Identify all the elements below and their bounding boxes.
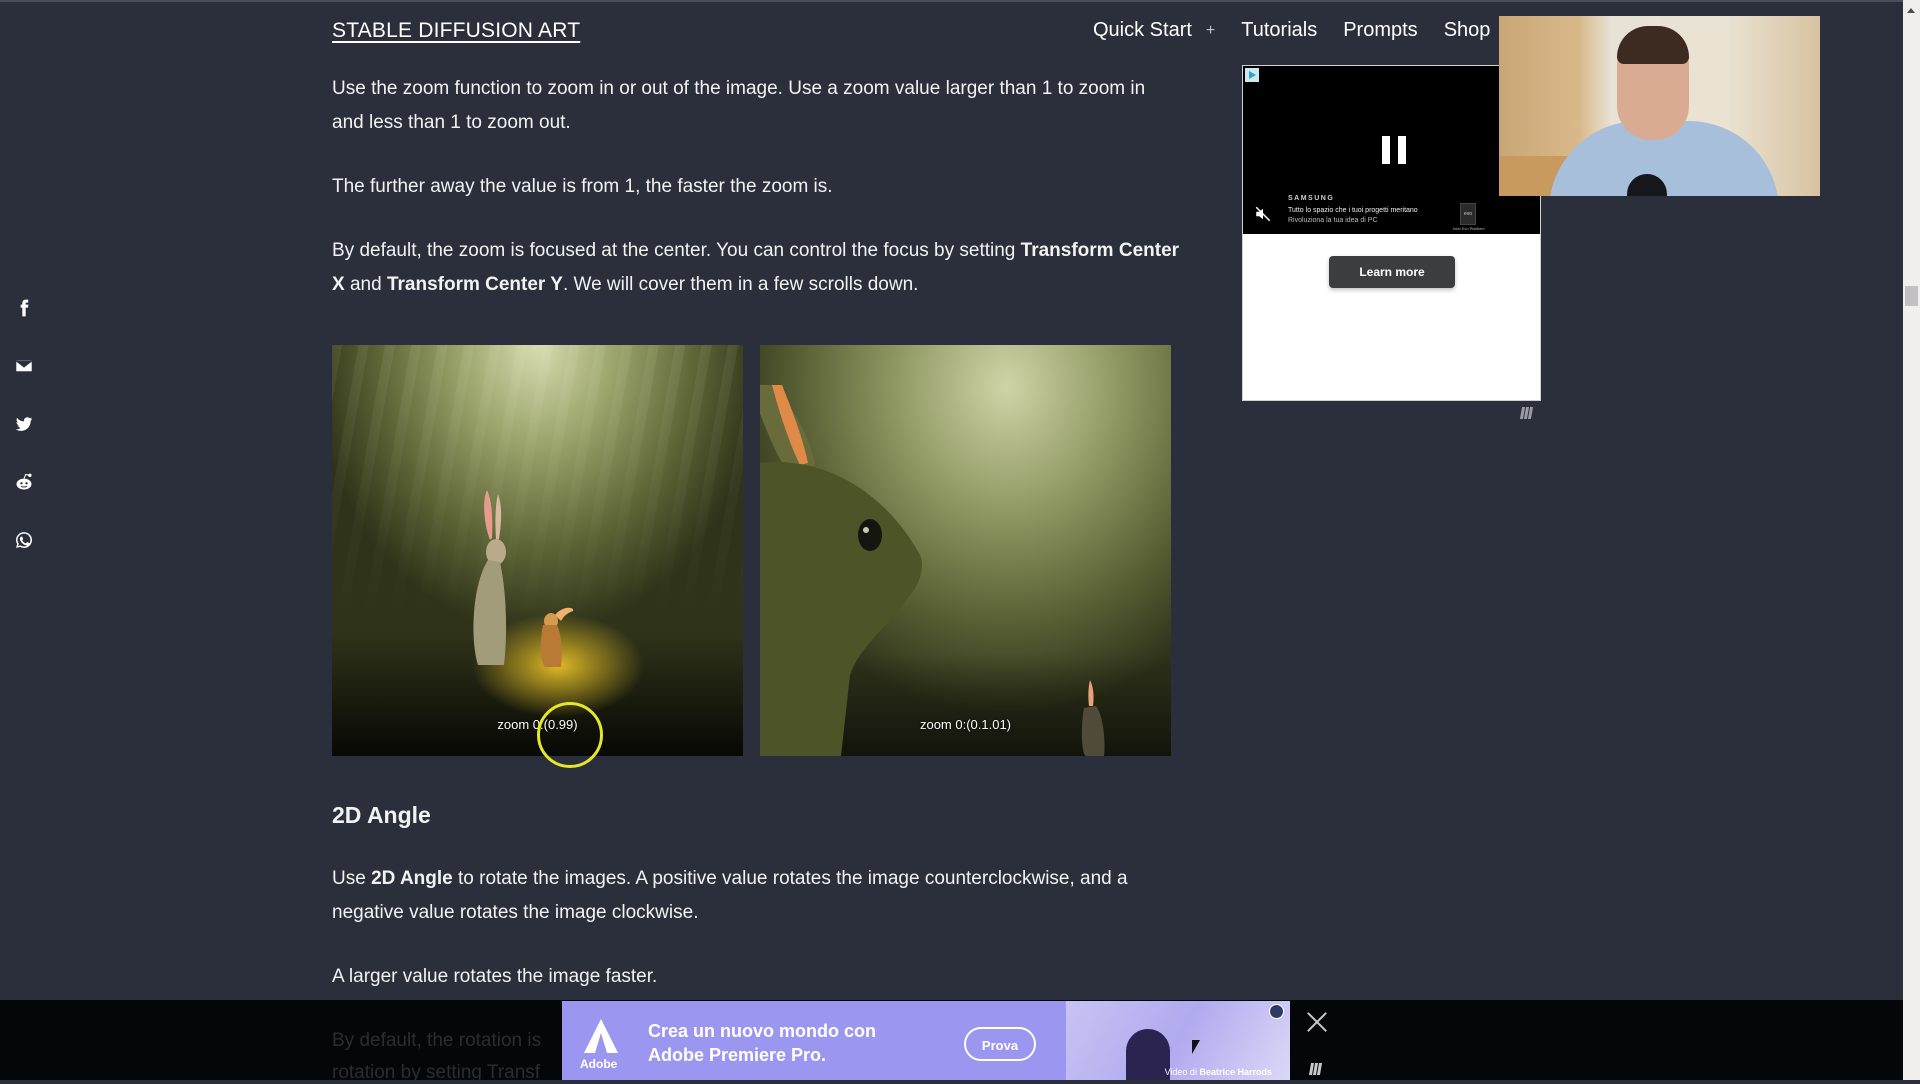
ad-subline: Rivoluziona la tua idea di PC bbox=[1288, 217, 1378, 224]
image-caption: zoom 0:(0.1.01) bbox=[919, 717, 1012, 732]
image-light-rays bbox=[332, 345, 743, 756]
privacy-shield-icon[interactable] bbox=[1269, 1004, 1284, 1019]
paragraph-2d-angle: Use 2D Angle to rotate the images. A pos… bbox=[332, 862, 1182, 930]
window-top-border bbox=[0, 0, 1903, 2]
adobe-ad-line2: Adobe Premiere Pro. bbox=[648, 1045, 827, 1065]
main-nav: Quick Start + Tutorials Prompts Shop bbox=[1093, 19, 1490, 42]
share-bar bbox=[12, 296, 36, 586]
photo-figure bbox=[1126, 1029, 1170, 1080]
whatsapp-icon bbox=[16, 532, 32, 548]
mute-icon[interactable] bbox=[1254, 205, 1272, 223]
evo-badge: evo bbox=[1460, 203, 1476, 225]
text-span: . We will cover them in a few scrolls do… bbox=[562, 274, 919, 295]
share-facebook-button[interactable] bbox=[12, 296, 36, 320]
bold-transform-center-y: Transform Center Y bbox=[386, 274, 563, 295]
nav-tutorials[interactable]: Tutorials bbox=[1241, 19, 1317, 42]
cursor-highlight-ring bbox=[537, 702, 603, 768]
rabbit-figure bbox=[473, 490, 507, 665]
mouse-pointer-icon bbox=[1192, 1040, 1200, 1054]
email-icon bbox=[15, 359, 33, 373]
adobe-ad-line1: Crea un nuovo mondo con bbox=[648, 1021, 876, 1041]
nav-shop[interactable]: Shop bbox=[1444, 19, 1491, 42]
obscured-text-line: By default, the rotation is bbox=[332, 1030, 542, 1051]
nav-quick-start[interactable]: Quick Start bbox=[1093, 19, 1192, 42]
share-twitter-button[interactable] bbox=[12, 412, 36, 436]
adobe-ad-photo: Video di Beatrice Harrods bbox=[1066, 1001, 1290, 1080]
ad-video-player[interactable]: SAMSUNG Tutto lo spazio che i tuoi proge… bbox=[1243, 66, 1540, 234]
nav-prompts[interactable]: Prompts bbox=[1343, 19, 1417, 42]
text-span: and bbox=[344, 274, 387, 295]
credit-prefix: Video di bbox=[1164, 1067, 1200, 1077]
small-rabbit-figure bbox=[540, 607, 574, 667]
section-heading-2d-angle: 2D Angle bbox=[332, 802, 431, 828]
zoom-example-image-out[interactable]: zoom 0:(0.99) bbox=[332, 345, 743, 756]
ad-brand: SAMSUNG bbox=[1288, 195, 1335, 202]
adchoices-icon[interactable] bbox=[1245, 68, 1259, 82]
twitter-icon bbox=[15, 417, 33, 431]
paragraph-zoom-intro: Use the zoom function to zoom in or out … bbox=[332, 78, 1146, 133]
adobe-logo-icon: Adobe bbox=[580, 1019, 620, 1071]
page-scrollbar[interactable] bbox=[1903, 0, 1920, 1080]
ad-network-logo-icon[interactable] bbox=[1308, 1062, 1326, 1075]
adobe-wordmark: Adobe bbox=[580, 1057, 618, 1071]
reddit-icon bbox=[16, 473, 32, 490]
image-comparison: zoom 0:(0.99) zoom 0:(0.1.01) bbox=[332, 345, 1174, 756]
bold-2d-angle: 2D Angle bbox=[371, 868, 453, 889]
text-span: By default, the zoom is focused at the c… bbox=[332, 240, 1021, 261]
paragraph-rotation-speed: A larger value rotates the image faster. bbox=[332, 966, 658, 987]
share-email-button[interactable] bbox=[12, 354, 36, 378]
webcam-person-hair bbox=[1617, 26, 1689, 64]
adobe-banner-ad[interactable]: Adobe Crea un nuovo mondo con Adobe Prem… bbox=[562, 1001, 1290, 1080]
nav-expand-plus-icon[interactable]: + bbox=[1206, 22, 1215, 40]
facebook-icon bbox=[20, 299, 29, 317]
webcam-overlay bbox=[1499, 16, 1820, 196]
obscured-text-line: rotation by setting Transf bbox=[332, 1062, 541, 1083]
adobe-ad-text: Crea un nuovo mondo con Adobe Premiere P… bbox=[648, 1019, 876, 1067]
share-reddit-button[interactable] bbox=[12, 470, 36, 494]
rabbit-closeup-figure bbox=[760, 385, 922, 756]
share-whatsapp-button[interactable] bbox=[12, 528, 36, 552]
side-video-ad[interactable]: SAMSUNG Tutto lo spazio che i tuoi proge… bbox=[1242, 65, 1541, 401]
ad-network-logo-icon[interactable] bbox=[1519, 406, 1537, 419]
learn-more-button[interactable]: Learn more bbox=[1329, 256, 1455, 288]
scrollbar-thumb[interactable] bbox=[1905, 286, 1918, 306]
evo-badge-caption: Intel Evo Platform bbox=[1453, 226, 1485, 231]
prova-button[interactable]: Prova bbox=[964, 1027, 1036, 1061]
zoom-example-image-in[interactable]: zoom 0:(0.1.01) bbox=[760, 345, 1171, 756]
ad-headline: Tutto lo spazio che i tuoi progetti meri… bbox=[1288, 207, 1418, 214]
text-span: Use bbox=[332, 868, 372, 889]
paragraph-zoom-speed: The further away the value is from 1, th… bbox=[332, 176, 833, 197]
pause-icon[interactable] bbox=[1382, 136, 1406, 164]
site-title-link[interactable]: STABLE DIFFUSION ART bbox=[332, 19, 580, 43]
credit-name: Beatrice Harrods bbox=[1199, 1067, 1272, 1077]
close-ad-button[interactable] bbox=[1306, 1011, 1328, 1033]
photo-credit: Video di Beatrice Harrods bbox=[1165, 1067, 1272, 1077]
paragraph-zoom-focus: By default, the zoom is focused at the c… bbox=[332, 234, 1182, 302]
scroll-up-arrow-icon[interactable] bbox=[1907, 8, 1915, 13]
